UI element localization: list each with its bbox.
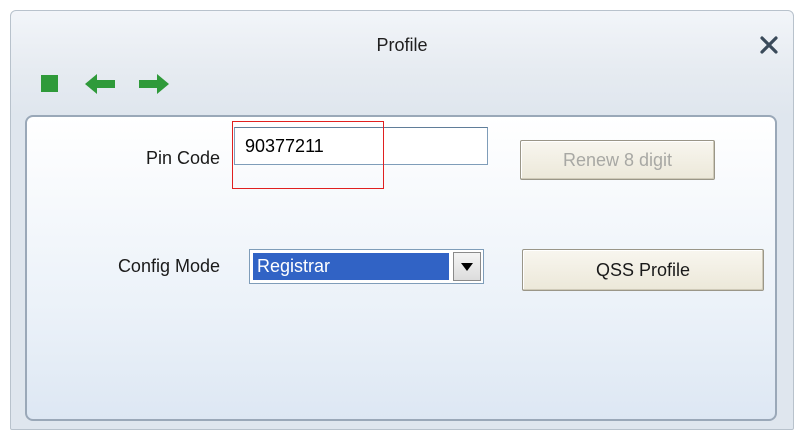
pin-code-highlight-box [232,121,384,189]
back-button[interactable] [83,71,119,102]
close-button[interactable] [757,33,781,57]
stop-button[interactable] [39,73,61,100]
dropdown-button[interactable] [453,252,481,281]
forward-button[interactable] [135,71,171,102]
back-arrow-icon [85,74,115,94]
stop-icon [41,75,58,92]
config-mode-select[interactable]: Registrar [249,249,484,284]
config-mode-selected-value: Registrar [253,253,449,280]
window-title: Profile [376,35,428,55]
profile-window: Profile [10,10,794,430]
chevron-down-icon [461,263,473,271]
qss-profile-button[interactable]: QSS Profile [522,249,764,291]
pin-code-label: Pin Code [145,148,220,168]
close-icon [760,36,778,54]
renew-8-digit-button[interactable]: Renew 8 digit [520,140,715,180]
config-mode-label: Config Mode [117,256,220,276]
forward-arrow-icon [139,74,169,94]
